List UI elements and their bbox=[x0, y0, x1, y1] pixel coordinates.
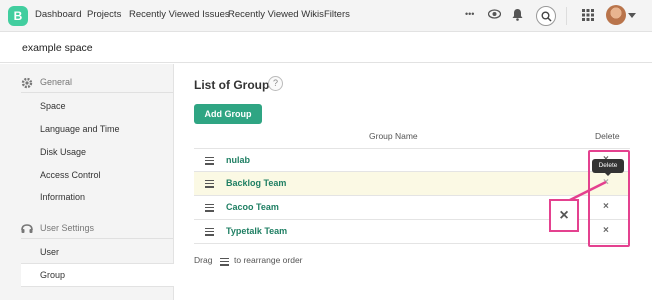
sidebar-item-space[interactable]: Space bbox=[40, 101, 66, 111]
user-settings-icon bbox=[21, 222, 33, 234]
sidebar-item-label: Group bbox=[40, 270, 66, 280]
divider bbox=[21, 238, 173, 239]
sidebar-item-access-control[interactable]: Access Control bbox=[40, 170, 101, 180]
nav-divider bbox=[566, 7, 567, 25]
drag-handle-icon[interactable] bbox=[205, 157, 214, 165]
annotation-zoom-delete-icon: × bbox=[549, 199, 579, 232]
space-header: example space bbox=[0, 33, 652, 63]
space-title[interactable]: example space bbox=[22, 42, 93, 54]
drag-handle-icon[interactable] bbox=[205, 228, 214, 236]
more-icon[interactable]: ••• bbox=[465, 9, 474, 19]
settings-sidebar: General Space Language and Time Disk Usa… bbox=[0, 64, 174, 300]
column-header-group-name: Group Name bbox=[369, 131, 418, 141]
nav-recent-issues[interactable]: Recently Viewed Issues bbox=[129, 9, 230, 20]
drag-note-suffix: to rearrange order bbox=[234, 255, 303, 265]
nav-filters[interactable]: Filters bbox=[324, 9, 350, 20]
watch-eye-icon[interactable] bbox=[487, 8, 502, 22]
column-header-delete: Delete bbox=[595, 131, 620, 141]
group-name-link[interactable]: nulab bbox=[226, 155, 250, 165]
divider bbox=[21, 92, 173, 93]
sidebar-heading-user-settings: User Settings bbox=[40, 223, 95, 233]
table-row: nulab × bbox=[194, 148, 630, 172]
group-name-link[interactable]: Cacoo Team bbox=[226, 202, 279, 212]
notification-bell-icon[interactable] bbox=[512, 8, 523, 24]
drag-handle-icon bbox=[220, 258, 229, 266]
user-avatar[interactable] bbox=[606, 5, 626, 25]
nav-dashboard[interactable]: Dashboard bbox=[35, 9, 81, 20]
drag-handle-icon[interactable] bbox=[205, 204, 214, 212]
group-name-link[interactable]: Typetalk Team bbox=[226, 226, 287, 236]
drag-note-prefix: Drag bbox=[194, 255, 213, 265]
nav-recent-wikis[interactable]: Recently Viewed Wikis bbox=[228, 9, 324, 20]
page-title: List of Groups bbox=[194, 78, 276, 92]
search-button[interactable] bbox=[536, 6, 556, 26]
drag-handle-icon[interactable] bbox=[205, 180, 214, 188]
backlog-logo-icon[interactable]: B bbox=[8, 6, 28, 26]
tooltip-arrow bbox=[605, 173, 611, 176]
help-icon[interactable]: ? bbox=[268, 76, 283, 91]
gear-icon bbox=[21, 76, 33, 89]
sidebar-item-information[interactable]: Information bbox=[40, 192, 85, 202]
nav-projects[interactable]: Projects bbox=[87, 9, 121, 20]
sidebar-item-disk-usage[interactable]: Disk Usage bbox=[40, 147, 86, 157]
search-icon bbox=[541, 11, 552, 22]
sidebar-item-user[interactable]: User bbox=[40, 247, 59, 257]
sidebar-heading-general: General bbox=[40, 77, 73, 87]
chevron-down-icon[interactable] bbox=[628, 13, 636, 18]
apps-grid-icon[interactable] bbox=[582, 9, 594, 24]
group-name-link[interactable]: Backlog Team bbox=[226, 178, 286, 188]
sidebar-item-group[interactable]: Group bbox=[21, 263, 174, 287]
sidebar-item-language-and-time[interactable]: Language and Time bbox=[40, 124, 120, 134]
top-nav: B Dashboard Projects Recently Viewed Iss… bbox=[0, 0, 652, 32]
delete-tooltip: Delete bbox=[592, 159, 624, 173]
add-group-button[interactable]: Add Group bbox=[194, 104, 262, 124]
